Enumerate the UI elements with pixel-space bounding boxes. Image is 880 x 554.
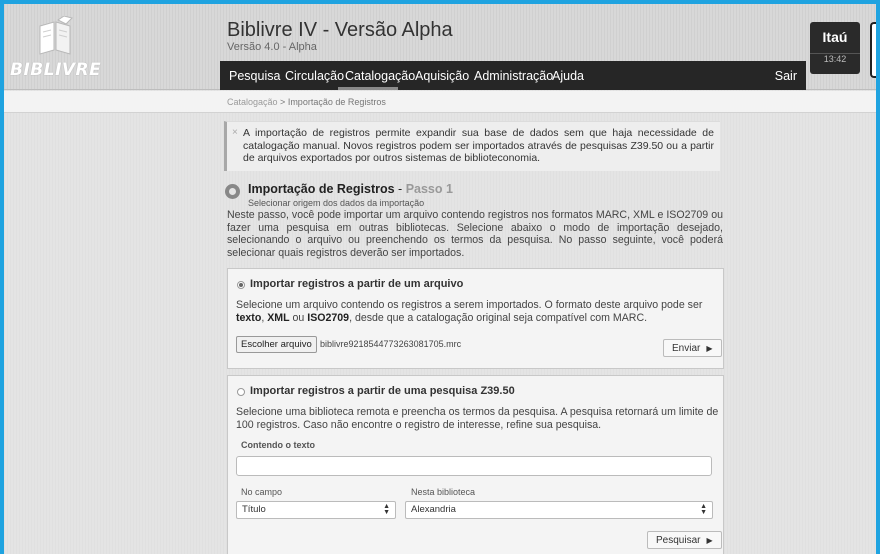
page-title-text: Importação de Registros <box>248 182 395 196</box>
file-import-title: Importar registros a partir de um arquiv… <box>250 278 464 290</box>
selected-file-name: biblivre9218544773263081705.mrc <box>320 339 462 349</box>
notice-text: A importação de registros permite expand… <box>243 127 714 164</box>
file-import-radio[interactable] <box>237 281 245 289</box>
field-select-value: Título <box>242 504 266 515</box>
main-content: × A importação de registros permite expa… <box>214 113 724 554</box>
send-button[interactable]: Enviar ▶ <box>663 339 722 357</box>
menu-item-ajuda[interactable]: Ajuda <box>552 69 584 83</box>
library-label: Nesta biblioteca <box>411 487 476 497</box>
map-pin-icon <box>225 184 240 199</box>
app-version: Versão 4.0 - Alpha <box>227 41 317 53</box>
query-label: Contendo o texto <box>241 440 315 450</box>
desc-separator: ou <box>289 312 308 324</box>
library-select[interactable]: Alexandria ▲ ▼ <box>405 501 713 519</box>
library-select-value: Alexandria <box>411 504 456 515</box>
page-title: Importação de Registros - Passo 1 <box>248 182 453 196</box>
arrow-right-icon: ▶ <box>706 536 713 545</box>
main-menu: Pesquisa Circulação Catalogação Aquisiçã… <box>220 61 806 90</box>
format-iso2709: ISO2709 <box>307 312 350 324</box>
select-arrows-icon: ▲ ▼ <box>383 503 390 516</box>
menu-item-pesquisa[interactable]: Pesquisa <box>229 69 280 83</box>
arrow-right-icon: ▶ <box>706 344 713 353</box>
select-arrows-icon: ▲ ▼ <box>700 503 707 516</box>
file-import-panel: Importar registros a partir de um arquiv… <box>227 268 724 369</box>
send-button-label: Enviar <box>672 343 701 354</box>
menu-item-administracao[interactable]: Administração <box>474 69 553 83</box>
logout-button[interactable]: Sair <box>775 69 797 83</box>
user-box[interactable]: Itaú 13:42 <box>810 22 860 74</box>
menu-item-circulacao[interactable]: Circulação <box>285 69 344 83</box>
field-label: No campo <box>241 487 283 497</box>
breadcrumb-current: Importação de Registros <box>287 97 386 107</box>
search-button-label: Pesquisar <box>656 535 701 546</box>
side-panel-edge <box>870 22 876 78</box>
page-subtitle: Selecionar origem dos dados da importaçã… <box>248 198 425 208</box>
menu-item-aquisicao[interactable]: Aquisição <box>415 69 469 83</box>
desc-text: , desde que a catalogação original seja … <box>349 312 648 324</box>
choose-file-button[interactable]: Escolher arquivo <box>236 336 317 353</box>
format-texto: texto <box>236 312 262 324</box>
step-indicator: Passo 1 <box>405 182 453 196</box>
z3950-import-radio[interactable] <box>237 388 245 396</box>
z3950-import-description: Selecione uma biblioteca remota e preenc… <box>236 406 719 431</box>
book-logo-icon <box>39 16 73 55</box>
search-text-input[interactable] <box>236 456 712 476</box>
active-menu-indicator <box>338 87 398 90</box>
field-select[interactable]: Título ▲ ▼ <box>236 501 396 519</box>
session-time: 13:42 <box>823 54 847 64</box>
breadcrumb-separator: > <box>277 97 288 107</box>
biblivre-logo[interactable]: BIBLIVRE <box>10 16 106 80</box>
file-import-description: Selecione um arquivo contendo os registr… <box>236 299 720 325</box>
app-title: Biblivre IV - Versão Alpha <box>227 19 453 41</box>
z3950-import-panel: Importar registros a partir de uma pesqu… <box>227 375 724 554</box>
z3950-import-title: Importar registros a partir de uma pesqu… <box>250 385 515 397</box>
breadcrumb-bar: Catalogação > Importação de Registros <box>4 91 876 113</box>
format-xml: XML <box>267 312 290 324</box>
menu-item-catalogacao[interactable]: Catalogação <box>345 69 415 83</box>
search-button[interactable]: Pesquisar ▶ <box>647 531 722 549</box>
desc-text: Selecione um arquivo contendo os registr… <box>236 299 703 311</box>
logo-text: BIBLIVRE <box>10 60 102 80</box>
breadcrumb-link-catalogacao[interactable]: Catalogação <box>227 97 278 107</box>
title-separator: - <box>394 182 406 196</box>
header: BIBLIVRE Biblivre IV - Versão Alpha Vers… <box>4 4 876 90</box>
breadcrumb: Catalogação > Importação de Registros <box>227 97 386 107</box>
user-name: Itaú <box>822 29 848 45</box>
info-notice: × A importação de registros permite expa… <box>224 121 720 171</box>
step-description: Neste passo, você pode importar um arqui… <box>227 209 723 259</box>
app-window: BIBLIVRE Biblivre IV - Versão Alpha Vers… <box>4 4 876 554</box>
close-icon[interactable]: × <box>232 127 238 140</box>
divider <box>810 53 860 54</box>
